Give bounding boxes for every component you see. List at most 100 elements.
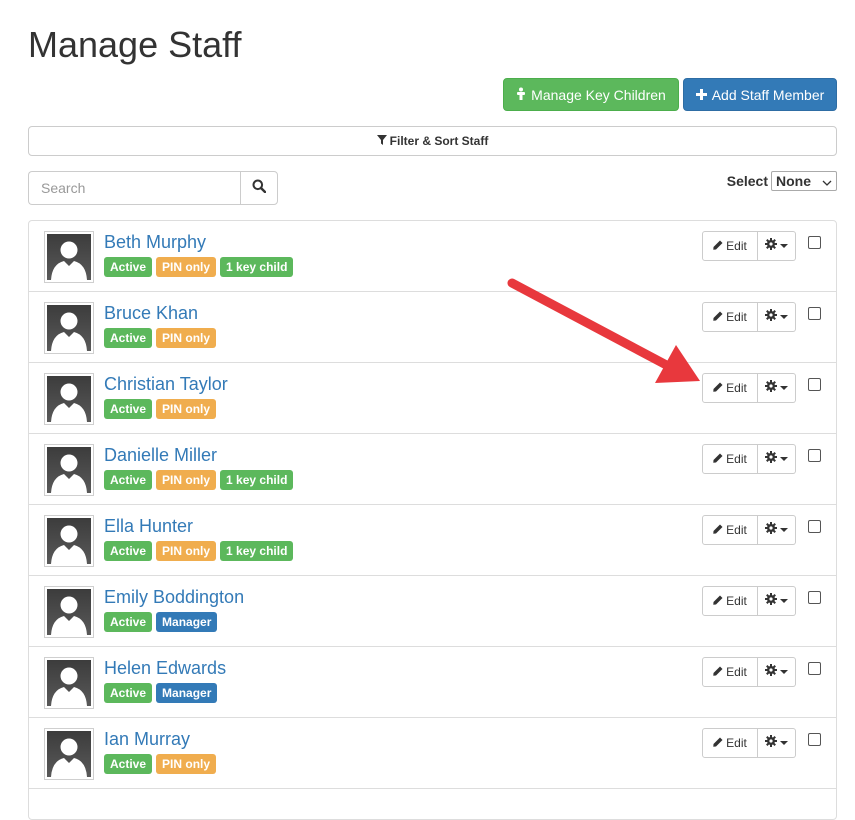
status-badge-active: Active xyxy=(104,612,153,632)
row-checkbox[interactable] xyxy=(808,662,821,675)
pencil-icon xyxy=(713,523,726,537)
status-badge-pin: PIN only xyxy=(156,541,217,561)
staff-row: Bruce Khan Active PIN only Edit xyxy=(29,292,836,363)
settings-dropdown-button[interactable] xyxy=(758,586,796,616)
staff-name-link[interactable]: Beth Murphy xyxy=(104,232,206,253)
gear-icon xyxy=(765,592,777,610)
edit-button[interactable]: Edit xyxy=(702,302,758,332)
search-input[interactable] xyxy=(28,171,240,205)
user-silhouette-icon xyxy=(51,525,87,564)
avatar xyxy=(44,728,94,780)
row-checkbox[interactable] xyxy=(808,520,821,533)
plus-icon xyxy=(695,87,707,103)
edit-button[interactable]: Edit xyxy=(702,728,758,758)
edit-label: Edit xyxy=(726,239,747,253)
badge-list: Active PIN only xyxy=(104,399,220,419)
avatar xyxy=(44,373,94,425)
pencil-icon xyxy=(713,310,726,324)
staff-name-link[interactable]: Ian Murray xyxy=(104,729,190,750)
edit-button[interactable]: Edit xyxy=(702,444,758,474)
search-icon xyxy=(252,179,267,198)
badge-list: Active Manager xyxy=(104,683,221,703)
staff-name-link[interactable]: Ella Hunter xyxy=(104,516,193,537)
edit-button[interactable]: Edit xyxy=(702,231,758,261)
row-checkbox[interactable] xyxy=(808,307,821,320)
status-badge-active: Active xyxy=(104,328,153,348)
staff-name-link[interactable]: Emily Boddington xyxy=(104,587,244,608)
row-checkbox[interactable] xyxy=(808,236,821,249)
user-silhouette-icon xyxy=(51,596,87,635)
manage-key-children-button[interactable]: Manage Key Children xyxy=(503,78,679,111)
status-badge-pin: PIN only xyxy=(156,754,217,774)
avatar xyxy=(44,515,94,567)
row-actions: Edit xyxy=(702,586,796,616)
status-badge-manager: Manager xyxy=(156,683,218,703)
pencil-icon xyxy=(713,452,726,466)
user-silhouette-icon xyxy=(51,667,87,706)
status-badge-pin: PIN only xyxy=(156,257,217,277)
edit-button[interactable]: Edit xyxy=(702,657,758,687)
add-staff-member-label: Add Staff Member xyxy=(711,86,825,103)
edit-label: Edit xyxy=(726,523,747,537)
key-person-icon xyxy=(516,87,526,103)
settings-dropdown-button[interactable] xyxy=(758,444,796,474)
settings-dropdown-button[interactable] xyxy=(758,657,796,687)
status-badge-manager: Manager xyxy=(156,612,218,632)
pencil-icon xyxy=(713,665,726,679)
settings-dropdown-button[interactable] xyxy=(758,231,796,261)
user-silhouette-icon xyxy=(51,383,87,422)
edit-button[interactable]: Edit xyxy=(702,586,758,616)
chevron-down-icon xyxy=(822,173,832,189)
search-button[interactable] xyxy=(240,171,278,205)
gear-icon xyxy=(765,237,777,255)
settings-dropdown-button[interactable] xyxy=(758,302,796,332)
status-badge-key: 1 key child xyxy=(220,257,294,277)
row-checkbox[interactable] xyxy=(808,378,821,391)
badge-list: Active PIN only xyxy=(104,754,220,774)
status-badge-pin: PIN only xyxy=(156,399,217,419)
row-checkbox[interactable] xyxy=(808,733,821,746)
pencil-icon xyxy=(713,736,726,750)
avatar xyxy=(44,657,94,709)
gear-icon xyxy=(765,734,777,752)
staff-row: Ian Murray Active PIN only Edit xyxy=(29,718,836,789)
pencil-icon xyxy=(713,381,726,395)
caret-down-icon xyxy=(780,457,788,461)
filter-icon xyxy=(376,134,390,148)
edit-button[interactable]: Edit xyxy=(702,515,758,545)
user-silhouette-icon xyxy=(51,312,87,351)
avatar xyxy=(44,302,94,354)
staff-row: Ella Hunter Active PIN only 1 key child Ed… xyxy=(29,505,836,576)
row-actions: Edit xyxy=(702,302,796,332)
manage-key-children-label: Manage Key Children xyxy=(531,86,666,103)
edit-button[interactable]: Edit xyxy=(702,373,758,403)
avatar xyxy=(44,586,94,638)
settings-dropdown-button[interactable] xyxy=(758,515,796,545)
staff-name-link[interactable]: Bruce Khan xyxy=(104,303,198,324)
staff-name-link[interactable]: Danielle Miller xyxy=(104,445,217,466)
badge-list: Active Manager xyxy=(104,612,221,632)
edit-label: Edit xyxy=(726,665,747,679)
settings-dropdown-button[interactable] xyxy=(758,373,796,403)
select-dropdown[interactable]: None xyxy=(771,171,837,191)
status-badge-pin: PIN only xyxy=(156,470,217,490)
row-actions: Edit xyxy=(702,373,796,403)
filter-sort-toggle[interactable]: Filter & Sort Staff xyxy=(28,126,837,156)
row-checkbox[interactable] xyxy=(808,591,821,604)
row-actions: Edit xyxy=(702,444,796,474)
status-badge-active: Active xyxy=(104,683,153,703)
edit-label: Edit xyxy=(726,594,747,608)
settings-dropdown-button[interactable] xyxy=(758,728,796,758)
staff-row: Emily Boddington Active Manager Edit xyxy=(29,576,836,647)
avatar xyxy=(44,444,94,496)
badge-list: Active PIN only 1 key child xyxy=(104,541,297,561)
staff-name-link[interactable]: Helen Edwards xyxy=(104,658,226,679)
row-checkbox[interactable] xyxy=(808,449,821,462)
staff-name-link[interactable]: Christian Taylor xyxy=(104,374,228,395)
row-actions: Edit xyxy=(702,657,796,687)
select-label: Select xyxy=(726,173,768,189)
status-badge-key: 1 key child xyxy=(220,470,294,490)
add-staff-member-button[interactable]: Add Staff Member xyxy=(683,78,837,111)
row-actions: Edit xyxy=(702,728,796,758)
row-actions: Edit xyxy=(702,515,796,545)
